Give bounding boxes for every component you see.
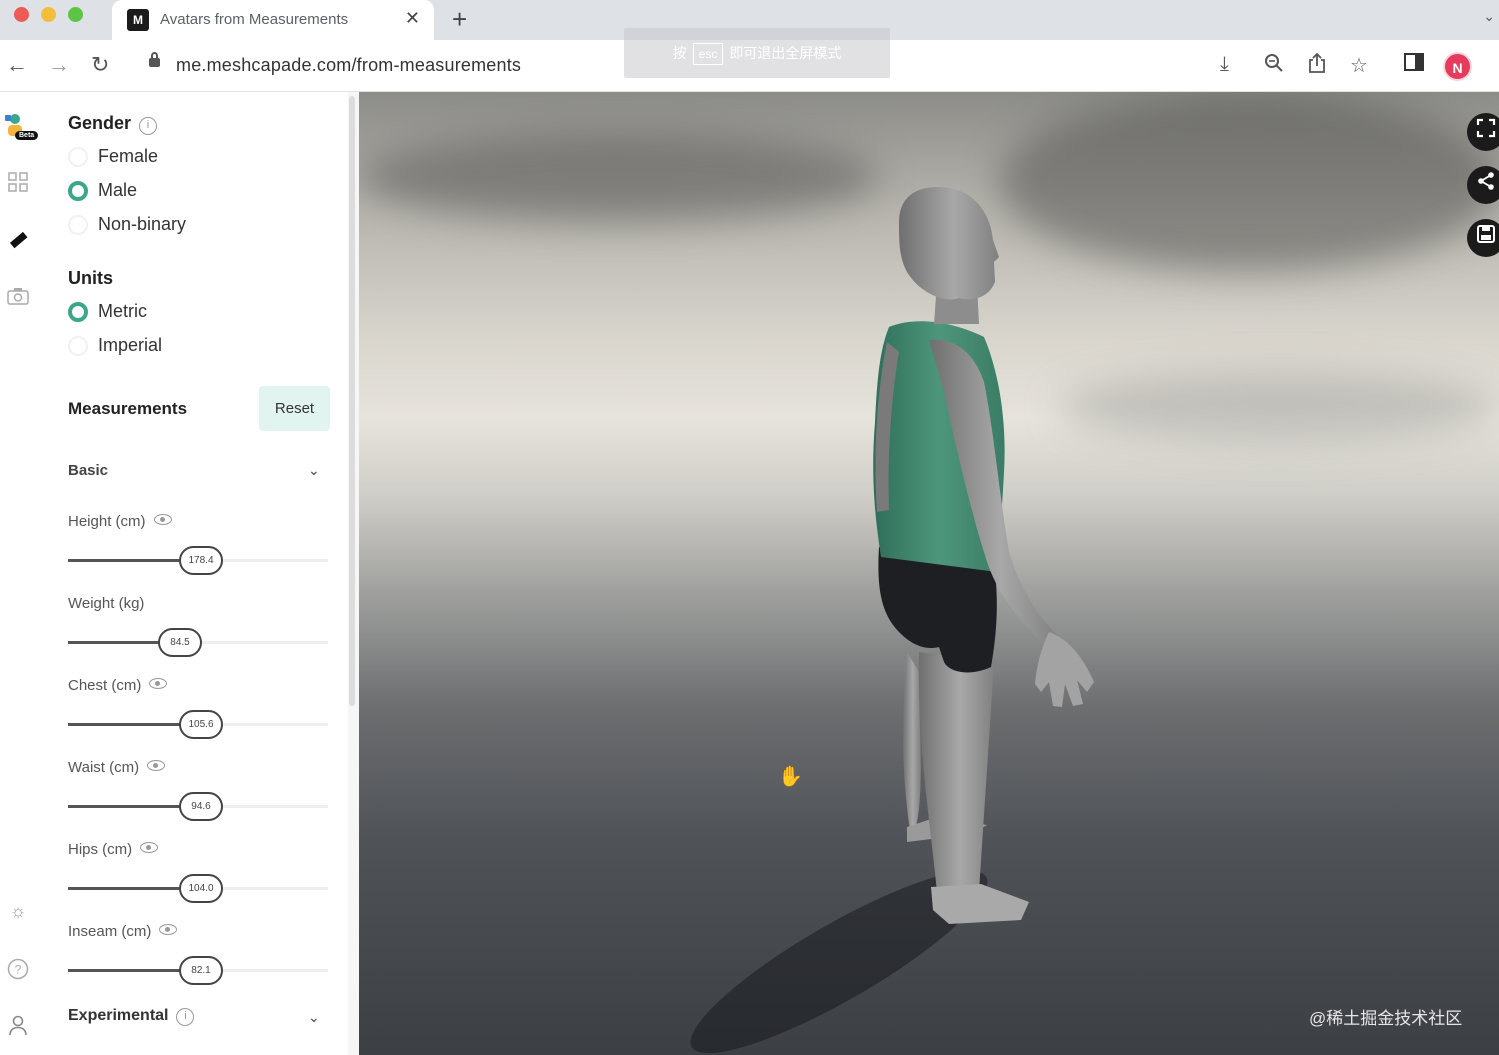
inseam-slider[interactable]: 82.1 bbox=[68, 956, 328, 985]
maximize-window-button[interactable] bbox=[68, 7, 83, 22]
save-icon[interactable] bbox=[1467, 219, 1499, 257]
measurements-heading: Measurements bbox=[68, 399, 188, 418]
share-icon[interactable] bbox=[1308, 52, 1326, 79]
inseam-label: Inseam (cm) bbox=[68, 923, 178, 940]
forward-arrow-icon[interactable]: → bbox=[48, 52, 70, 78]
avatar-front-foot bbox=[931, 884, 1029, 924]
avatar-back-leg bbox=[902, 652, 921, 837]
units-heading: Units bbox=[68, 268, 113, 288]
gender-heading: Gender i bbox=[68, 113, 158, 135]
chevron-down-icon[interactable]: ⌄ bbox=[308, 462, 320, 479]
eye-icon[interactable] bbox=[147, 760, 166, 771]
radio-imperial[interactable] bbox=[68, 336, 88, 356]
radio-label-male: Male bbox=[98, 180, 138, 200]
meshcapade-logo[interactable]: Beta bbox=[3, 112, 39, 146]
new-tab-button[interactable]: + bbox=[452, 4, 467, 35]
hips-slider[interactable]: 104.0 bbox=[68, 874, 328, 903]
app-nav-rail: Beta ☼ ? bbox=[0, 92, 46, 1055]
close-window-button[interactable] bbox=[14, 7, 29, 22]
height-slider[interactable]: 178.4 bbox=[68, 546, 328, 575]
eye-icon[interactable] bbox=[140, 842, 159, 853]
address-bar[interactable]: me.meshcapade.com/from-measurements bbox=[176, 55, 521, 76]
inseam-label-text: Inseam (cm) bbox=[68, 923, 152, 940]
radio-non-binary[interactable] bbox=[68, 215, 88, 235]
sidebar-icon[interactable] bbox=[1404, 53, 1424, 77]
waist-slider[interactable]: 94.6 bbox=[68, 792, 328, 821]
avatar-3d-viewport[interactable]: ✋ @稀土掘金技术社区 bbox=[359, 92, 1499, 1055]
tab-title: Avatars from Measurements bbox=[160, 11, 349, 28]
height-label-text: Height (cm) bbox=[68, 513, 146, 530]
browser-toolbar: ← → ↻ me.meshcapade.com/from-measurement… bbox=[0, 28, 1499, 92]
tab-close-icon[interactable]: ✕ bbox=[405, 8, 420, 29]
chest-label-text: Chest (cm) bbox=[68, 677, 142, 694]
waist-label-text: Waist (cm) bbox=[68, 759, 140, 776]
esc-key-badge: esc bbox=[692, 43, 724, 65]
fullscreen-hint-prefix: 按 bbox=[672, 45, 687, 61]
minimize-window-button[interactable] bbox=[41, 7, 56, 22]
eye-icon[interactable] bbox=[149, 678, 168, 689]
basic-group-label[interactable]: Basic bbox=[68, 462, 108, 479]
weight-label-text: Weight (kg) bbox=[68, 595, 145, 612]
tab-list-chevron-icon[interactable]: ⌄ bbox=[1483, 8, 1495, 25]
eye-icon[interactable] bbox=[159, 924, 178, 935]
eye-icon[interactable] bbox=[153, 514, 172, 525]
height-slider-thumb[interactable]: 178.4 bbox=[179, 546, 223, 575]
zoom-icon[interactable] bbox=[1264, 53, 1284, 79]
gender-title: Gender bbox=[68, 113, 132, 133]
star-icon[interactable]: ☆ bbox=[1350, 53, 1368, 78]
hips-label-text: Hips (cm) bbox=[68, 841, 133, 858]
chest-slider[interactable]: 105.6 bbox=[68, 710, 328, 739]
ruler-icon[interactable] bbox=[7, 230, 29, 252]
experimental-label: Experimental bbox=[68, 1007, 169, 1024]
radio-female[interactable] bbox=[68, 147, 88, 167]
beta-badge: Beta bbox=[15, 131, 39, 140]
reload-icon[interactable]: ↻ bbox=[91, 52, 109, 78]
browser-tab[interactable]: M Avatars from Measurements ✕ bbox=[112, 0, 434, 40]
hips-label: Hips (cm) bbox=[68, 841, 159, 858]
radio-label-imperial: Imperial bbox=[98, 335, 163, 355]
fullscreen-exit-hint: 按 esc 即可退出全屏模式 bbox=[624, 28, 890, 78]
user-icon[interactable] bbox=[7, 1014, 29, 1036]
avatar-head bbox=[899, 187, 999, 300]
panel-scrollbar-thumb[interactable] bbox=[349, 96, 355, 706]
height-label: Height (cm) bbox=[68, 513, 172, 530]
radio-label-female: Female bbox=[98, 146, 159, 166]
back-arrow-icon[interactable]: ← bbox=[6, 52, 28, 78]
radio-label-non-binary: Non-binary bbox=[98, 214, 187, 234]
radio-metric[interactable] bbox=[68, 302, 88, 322]
download-icon[interactable]: ⤓ bbox=[1220, 53, 1229, 76]
waist-label: Waist (cm) bbox=[68, 759, 166, 776]
grid-icon[interactable] bbox=[7, 172, 29, 194]
help-icon[interactable]: ? bbox=[7, 958, 29, 980]
lock-icon[interactable] bbox=[149, 52, 160, 67]
chest-label: Chest (cm) bbox=[68, 677, 168, 694]
chest-slider-thumb[interactable]: 105.6 bbox=[179, 710, 223, 739]
weight-label: Weight (kg) bbox=[68, 595, 144, 612]
inseam-slider-thumb[interactable]: 82.1 bbox=[179, 956, 223, 985]
waist-slider-thumb[interactable]: 94.6 bbox=[179, 792, 223, 821]
profile-avatar[interactable]: N bbox=[1443, 52, 1472, 81]
svg-text:?: ? bbox=[15, 963, 22, 977]
favicon-icon: M bbox=[127, 9, 149, 31]
chevron-down-icon[interactable]: ⌄ bbox=[308, 1009, 320, 1026]
info-icon[interactable]: i bbox=[139, 117, 158, 135]
weight-slider-thumb[interactable]: 84.5 bbox=[158, 628, 202, 657]
experimental-heading[interactable]: Experimental i bbox=[68, 1007, 195, 1026]
fullscreen-hint-text: 即可退出全屏模式 bbox=[729, 45, 842, 61]
fullscreen-icon[interactable] bbox=[1467, 113, 1499, 151]
radio-male[interactable] bbox=[68, 181, 88, 201]
share-icon[interactable] bbox=[1467, 166, 1499, 204]
avatar-front-leg bbox=[918, 652, 994, 892]
hips-slider-thumb[interactable]: 104.0 bbox=[179, 874, 223, 903]
hand-cursor-icon: ✋ bbox=[778, 766, 803, 788]
watermark: @稀土掘金技术社区 bbox=[1309, 1009, 1463, 1028]
weight-slider[interactable]: 84.5 bbox=[68, 628, 328, 657]
avatar-model[interactable] bbox=[359, 92, 1499, 1055]
sun-icon[interactable]: ☼ bbox=[7, 900, 29, 922]
reset-button[interactable]: Reset bbox=[259, 386, 330, 431]
camera-icon[interactable] bbox=[7, 287, 29, 309]
info-icon[interactable]: i bbox=[176, 1008, 195, 1026]
radio-label-metric: Metric bbox=[98, 301, 147, 321]
